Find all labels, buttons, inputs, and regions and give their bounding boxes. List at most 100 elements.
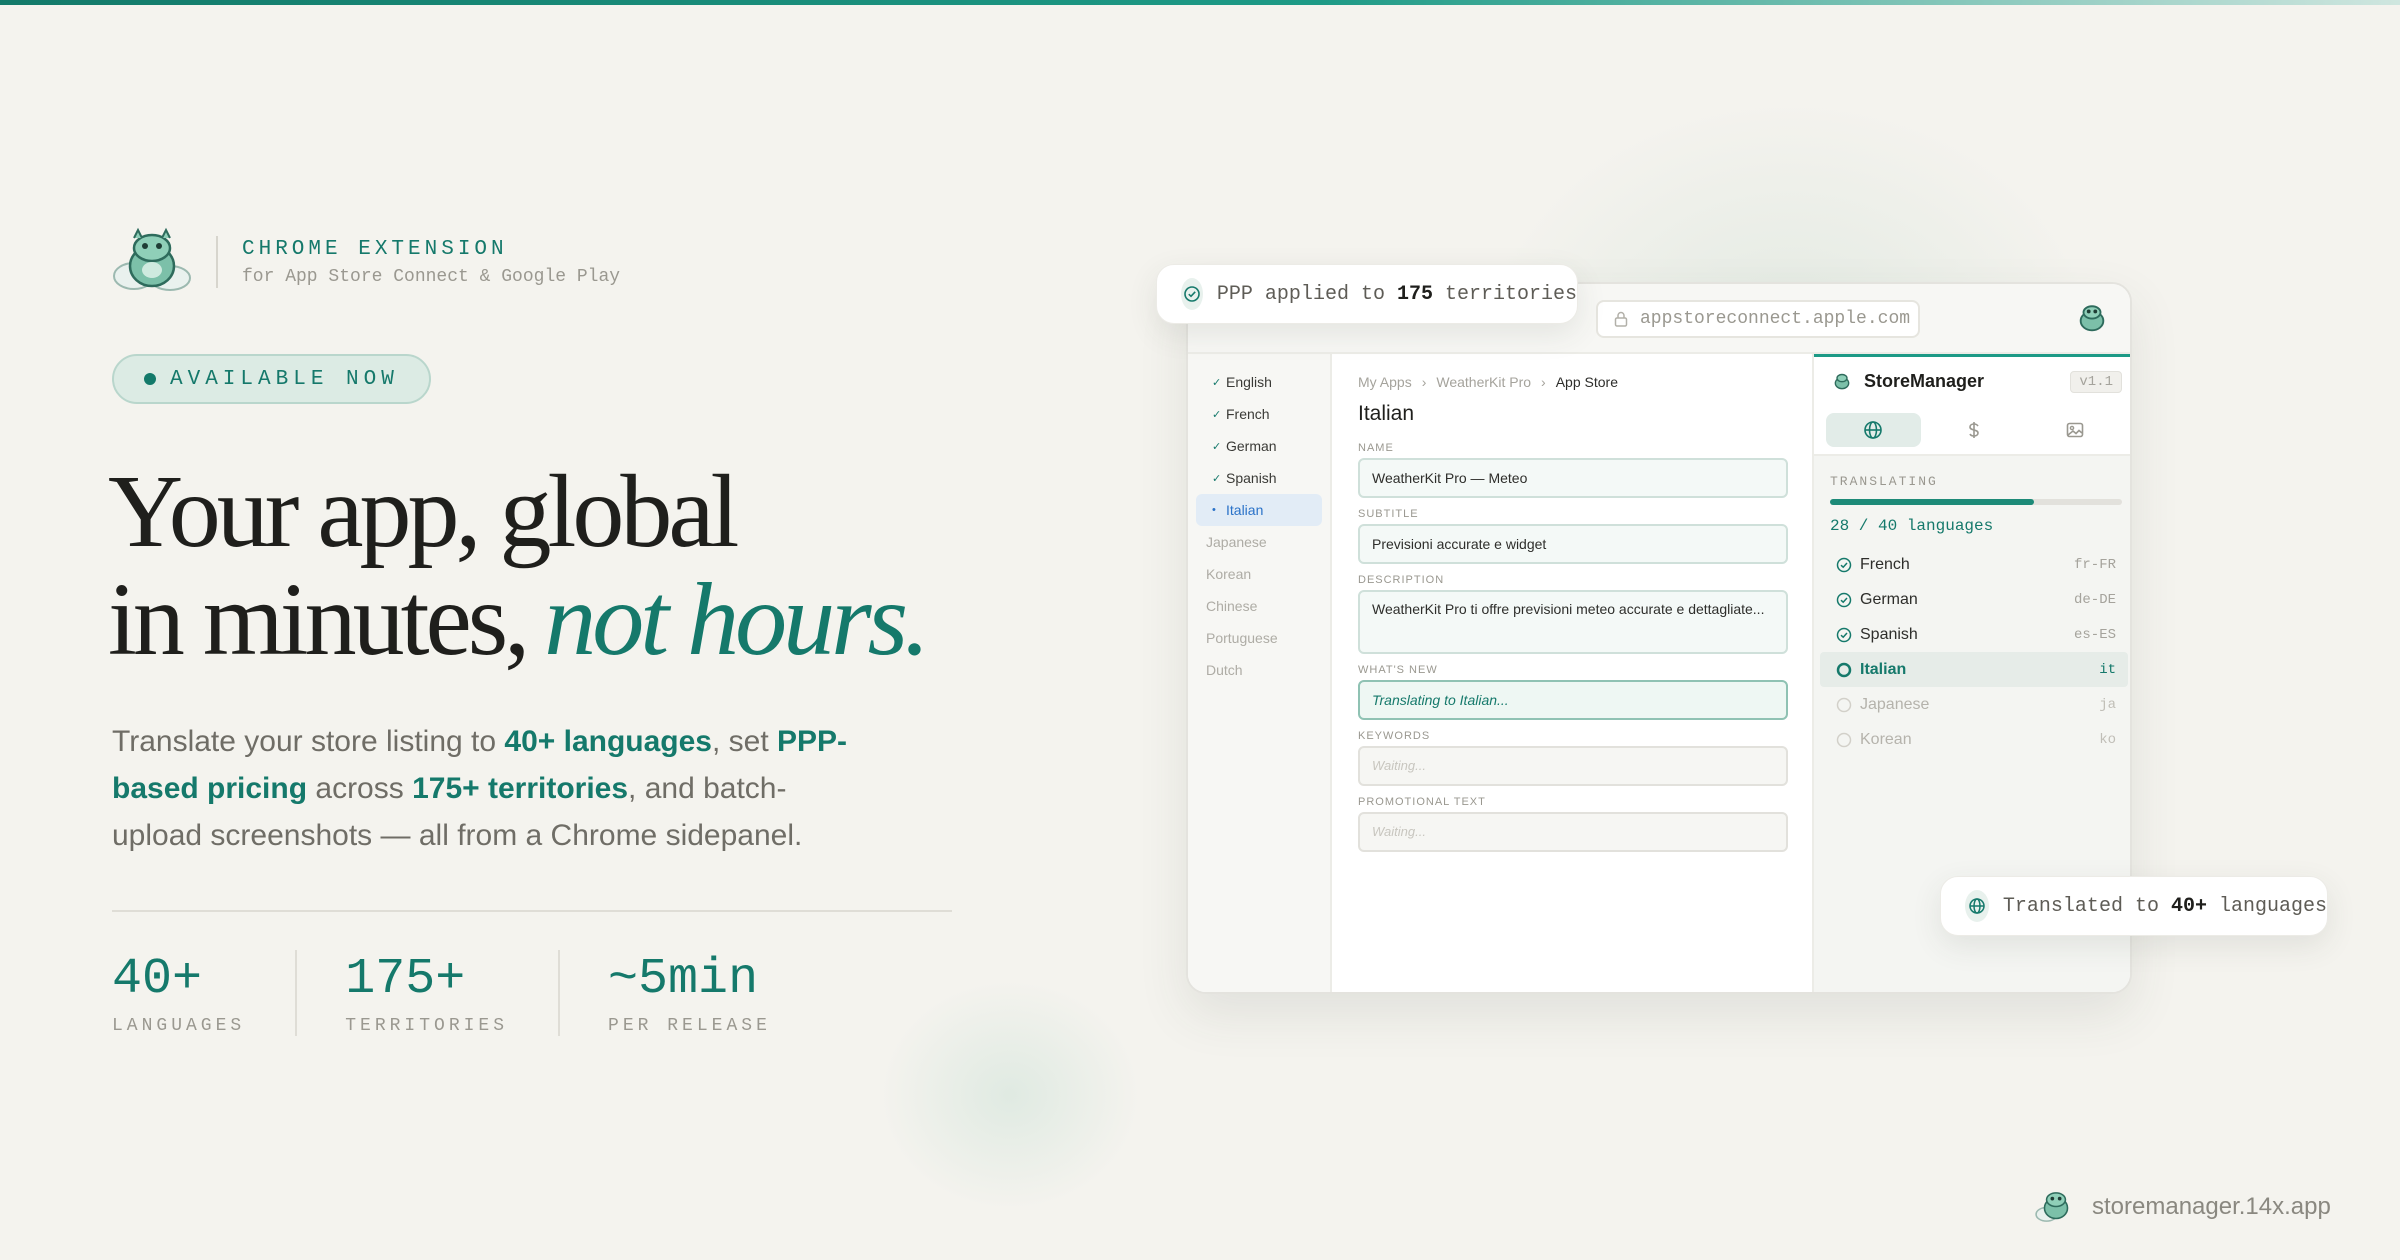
stat-languages: 40+ LANGUAGES bbox=[112, 950, 298, 1036]
brand-header: CHROME EXTENSION for App Store Connect &… bbox=[110, 226, 620, 298]
lede-highlight: 40+ languages bbox=[504, 725, 712, 758]
breadcrumb-item[interactable]: WeatherKit Pro bbox=[1436, 374, 1531, 390]
whats-new-field[interactable]: Translating to Italian... bbox=[1358, 680, 1788, 720]
sidebar-item-japanese[interactable]: Japanese bbox=[1196, 526, 1322, 558]
tab-pricing[interactable] bbox=[1927, 413, 2022, 447]
mascot-logo-icon bbox=[1834, 373, 1850, 389]
tab-screenshots[interactable] bbox=[2027, 413, 2122, 447]
sidebar-item-label: Korean bbox=[1206, 566, 1252, 582]
whats-new-label: WHAT'S NEW bbox=[1358, 664, 1438, 676]
address-bar[interactable]: appstoreconnect.apple.com bbox=[1596, 300, 1920, 338]
translated-status-badge: Translated to 40+ languages bbox=[1940, 876, 2328, 936]
breadcrumb-item[interactable]: My Apps bbox=[1358, 374, 1412, 390]
mascot-logo-icon bbox=[113, 227, 191, 291]
description-label: DESCRIPTION bbox=[1358, 574, 1445, 586]
language-row-german[interactable]: German de-DE bbox=[1820, 582, 2128, 617]
mascot-logo-icon bbox=[2035, 1192, 2069, 1222]
background-glow bbox=[880, 980, 1140, 1210]
stat-release-time: ~5min PER RELEASE bbox=[608, 950, 821, 1036]
language-sidebar: ✓ English ✓ French ✓ German ✓ Spanish • Itali… bbox=[1188, 354, 1332, 992]
name-field[interactable]: WeatherKit Pro — Meteo bbox=[1358, 458, 1788, 498]
language-name: German bbox=[1860, 590, 1918, 608]
dollar-icon bbox=[1969, 422, 1979, 438]
tab-translate[interactable] bbox=[1826, 413, 1921, 447]
description-field[interactable]: WeatherKit Pro ti offre previsioni meteo… bbox=[1358, 590, 1788, 654]
section-divider bbox=[112, 910, 952, 912]
keywords-label: KEYWORDS bbox=[1358, 730, 1431, 742]
check-icon: ✓ bbox=[1212, 440, 1222, 453]
language-code: fr-FR bbox=[2073, 556, 2116, 573]
extension-icon[interactable] bbox=[2072, 302, 2112, 336]
check-icon: ✓ bbox=[1212, 408, 1222, 421]
sidebar-item-french[interactable]: ✓ French bbox=[1196, 398, 1322, 430]
sidebar-item-spanish[interactable]: ✓ Spanish bbox=[1196, 462, 1322, 494]
language-row-spanish[interactable]: Spanish es-ES bbox=[1820, 617, 2128, 652]
footer-url[interactable]: storemanager.14x.app bbox=[2092, 1193, 2331, 1221]
language-row-french[interactable]: French fr-FR bbox=[1820, 547, 2128, 582]
stat-value: 40+ bbox=[112, 951, 203, 1008]
language-name: Italian bbox=[1860, 660, 1907, 678]
language-name: Spanish bbox=[1860, 625, 1918, 643]
stat-label: LANGUAGES bbox=[112, 1016, 246, 1036]
in-progress-circle-icon bbox=[1836, 662, 1852, 677]
status-dot-icon bbox=[144, 373, 156, 385]
sidebar-item-english[interactable]: ✓ English bbox=[1196, 366, 1322, 398]
sidebar-item-label: Chinese bbox=[1206, 598, 1258, 614]
language-row-italian[interactable]: Italian it bbox=[1820, 652, 2128, 687]
headline-line2-wrap: in minutes, not hours. bbox=[108, 566, 930, 674]
stat-label: PER RELEASE bbox=[608, 1016, 771, 1036]
lede-text: across bbox=[307, 772, 413, 805]
language-name: French bbox=[1860, 555, 1910, 573]
language-code: ja bbox=[2099, 696, 2116, 713]
language-code: de-DE bbox=[2073, 591, 2116, 608]
breadcrumb-separator: › bbox=[1421, 374, 1427, 390]
stat-label: TERRITORIES bbox=[345, 1016, 509, 1036]
sidebar-item-chinese[interactable]: Chinese bbox=[1196, 590, 1322, 622]
footer-site-link[interactable]: storemanager.14x.app bbox=[2034, 1188, 2331, 1226]
badge-text-prefix: PPP applied to bbox=[1216, 282, 1397, 306]
language-row-japanese[interactable]: Japanese ja bbox=[1820, 687, 2128, 722]
language-row-korean[interactable]: Korean ko bbox=[1820, 722, 2128, 757]
availability-badge: AVAILABLE NOW bbox=[112, 354, 431, 404]
panel-header: StoreManager v1.1 bbox=[1814, 354, 2130, 406]
brand-subtitle: for App Store Connect & Google Play bbox=[242, 266, 621, 287]
breadcrumb-separator: › bbox=[1541, 374, 1546, 390]
badge-text-prefix: Translated to bbox=[2002, 894, 2171, 918]
promo-text-field[interactable]: Waiting... bbox=[1358, 812, 1788, 852]
url-text: appstoreconnect.apple.com bbox=[1640, 309, 1911, 329]
sidebar-item-label: Spanish bbox=[1226, 470, 1277, 486]
top-accent-bar bbox=[0, 0, 2400, 5]
badge-text-suffix: territories bbox=[1432, 282, 1577, 306]
keywords-field[interactable]: Waiting... bbox=[1358, 746, 1788, 786]
sidebar-item-dutch[interactable]: Dutch bbox=[1196, 654, 1322, 686]
sidebar-item-italian[interactable]: • Italian bbox=[1196, 494, 1322, 526]
name-label: NAME bbox=[1358, 442, 1394, 454]
badge-count: 40+ bbox=[2170, 894, 2207, 918]
progress-label: TRANSLATING bbox=[1830, 474, 1938, 489]
language-code: ko bbox=[2099, 731, 2116, 748]
sidebar-item-korean[interactable]: Korean bbox=[1196, 558, 1322, 590]
brand-title: CHROME EXTENSION bbox=[242, 237, 508, 261]
sidebar-item-portuguese[interactable]: Portuguese bbox=[1196, 622, 1322, 654]
subtitle-field[interactable]: Previsioni accurate e widget bbox=[1358, 524, 1788, 564]
image-icon bbox=[2066, 422, 2083, 438]
headline-line2: in minutes, bbox=[108, 562, 530, 677]
promo-text-label: PROMOTIONAL TEXT bbox=[1358, 796, 1486, 808]
language-name: Korean bbox=[1860, 730, 1912, 748]
globe-icon bbox=[1864, 421, 1883, 439]
stat-value: 175+ bbox=[345, 951, 466, 1008]
lede-paragraph: Translate your store listing to 40+ lang… bbox=[112, 718, 852, 859]
sidebar-item-label: Dutch bbox=[1206, 662, 1243, 678]
sidebar-item-german[interactable]: ✓ German bbox=[1196, 430, 1322, 462]
lede-text: , set bbox=[712, 725, 778, 758]
version-badge: v1.1 bbox=[2070, 370, 2122, 393]
language-name: Japanese bbox=[1860, 695, 1930, 713]
sidebar-item-label: Japanese bbox=[1206, 534, 1267, 550]
pending-circle-icon bbox=[1836, 732, 1852, 747]
language-code: it bbox=[2099, 661, 2116, 678]
panel-tabs bbox=[1814, 406, 2130, 456]
app-store-form: My Apps › WeatherKit Pro › App Store Ita… bbox=[1334, 354, 1812, 992]
headline-line1: Your app, global bbox=[108, 454, 739, 569]
bullet-icon: • bbox=[1212, 504, 1216, 516]
stat-territories: 175+ TERRITORIES bbox=[345, 950, 561, 1036]
